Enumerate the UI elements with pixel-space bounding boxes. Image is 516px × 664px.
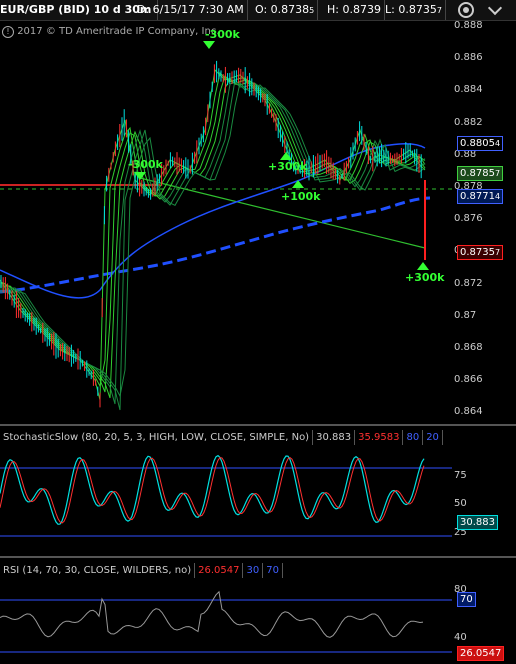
annotation-3: +300k bbox=[268, 160, 308, 173]
sell-marker-icon bbox=[134, 172, 146, 180]
stoch-axis-50: 50 bbox=[454, 498, 467, 509]
low-sub: 7 bbox=[436, 6, 442, 15]
rsi-value: 26.0547 bbox=[195, 563, 244, 578]
stoch-ob: 80 bbox=[403, 430, 424, 445]
low-value: L: 0.8735 bbox=[385, 3, 437, 16]
open-value: O: 0.8738 bbox=[255, 3, 310, 16]
ema-ribbon bbox=[0, 68, 426, 411]
stoch-header: StochasticSlow (80, 20, 5, 3, HIGH, LOW,… bbox=[0, 430, 443, 445]
price-chart[interactable] bbox=[0, 20, 452, 424]
pane-divider[interactable] bbox=[0, 424, 516, 426]
stoch-axis-75: 75 bbox=[454, 470, 467, 481]
candles bbox=[0, 60, 422, 408]
rsi-title: RSI (14, 70, 30, CLOSE, WILDERS, no) bbox=[0, 563, 196, 578]
price-axis-label: 0.868 bbox=[454, 342, 483, 353]
stoch-title: StochasticSlow (80, 20, 5, 3, HIGH, LOW,… bbox=[0, 430, 314, 445]
buy-marker-icon bbox=[292, 180, 304, 188]
price-axis-label: 0.876 bbox=[454, 213, 483, 225]
stoch-k-line bbox=[0, 454, 425, 525]
low-field: L: 0.87357 bbox=[382, 0, 446, 20]
annotation-5: +300k bbox=[405, 271, 445, 284]
stoch-tag: 30.883 bbox=[457, 515, 498, 530]
rsi-header: RSI (14, 70, 30, CLOSE, WILDERS, no) 26.0… bbox=[0, 563, 283, 578]
chevron-down-icon[interactable] bbox=[487, 0, 503, 16]
ema-line bbox=[0, 71, 426, 388]
sell-marker-icon bbox=[203, 41, 215, 49]
chart-header: EUR/GBP (BID) 10 d 30m D: 6/15/17 7:30 A… bbox=[0, 0, 516, 21]
price-axis-label: 0.884 bbox=[454, 84, 483, 96]
stoch-k: 30.883 bbox=[313, 430, 356, 445]
ema-line bbox=[0, 75, 426, 393]
price-axis-label: 0.882 bbox=[454, 116, 483, 128]
annotation-4: +100k bbox=[281, 190, 321, 203]
ema-line bbox=[0, 78, 426, 411]
stoch-os: 20 bbox=[423, 430, 443, 445]
buy-marker-icon bbox=[280, 152, 292, 160]
price-axis-label: 0.872 bbox=[454, 277, 483, 289]
sma-long bbox=[0, 196, 431, 294]
gear-icon[interactable] bbox=[458, 2, 474, 18]
annotation-2: -300k bbox=[128, 158, 163, 171]
stochastic-pane[interactable] bbox=[0, 446, 452, 546]
annotation-1: -300k bbox=[205, 28, 240, 41]
rsi-os: 30 bbox=[243, 563, 264, 578]
price-axis-label: 0.864 bbox=[454, 406, 483, 418]
ema-line bbox=[0, 68, 426, 401]
open-sub: 5 bbox=[309, 6, 315, 15]
rsi-tag: 26.0547 bbox=[457, 646, 505, 661]
price-tag-last: 0.87357 bbox=[457, 245, 504, 260]
high-field: H: 0.8739 bbox=[324, 0, 385, 20]
buy-marker-icon bbox=[417, 262, 429, 270]
pane-divider[interactable] bbox=[0, 556, 516, 558]
price-tag-sma-long: 0.87714 bbox=[457, 189, 504, 204]
rsi-pane[interactable] bbox=[0, 578, 452, 664]
price-axis-label: 0.886 bbox=[454, 52, 483, 64]
open-field: O: 0.87385 bbox=[252, 0, 319, 20]
rsi-ob-tag: 70 bbox=[457, 592, 476, 607]
rsi-ob: 70 bbox=[263, 563, 283, 578]
price-axis-label: 0.888 bbox=[454, 20, 483, 31]
price-tag-ema: 0.87857 bbox=[457, 166, 504, 181]
date-field: D: 6/15/17 7:30 AM bbox=[134, 0, 248, 20]
price-axis-label: 0.866 bbox=[454, 374, 483, 386]
rsi-line bbox=[0, 590, 424, 638]
rsi-axis-40: 40 bbox=[454, 632, 467, 643]
stoch-d: 35.9583 bbox=[355, 430, 404, 445]
price-tag-sma: 0.88054 bbox=[457, 136, 504, 151]
price-axis-label: 0.87 bbox=[454, 309, 477, 321]
